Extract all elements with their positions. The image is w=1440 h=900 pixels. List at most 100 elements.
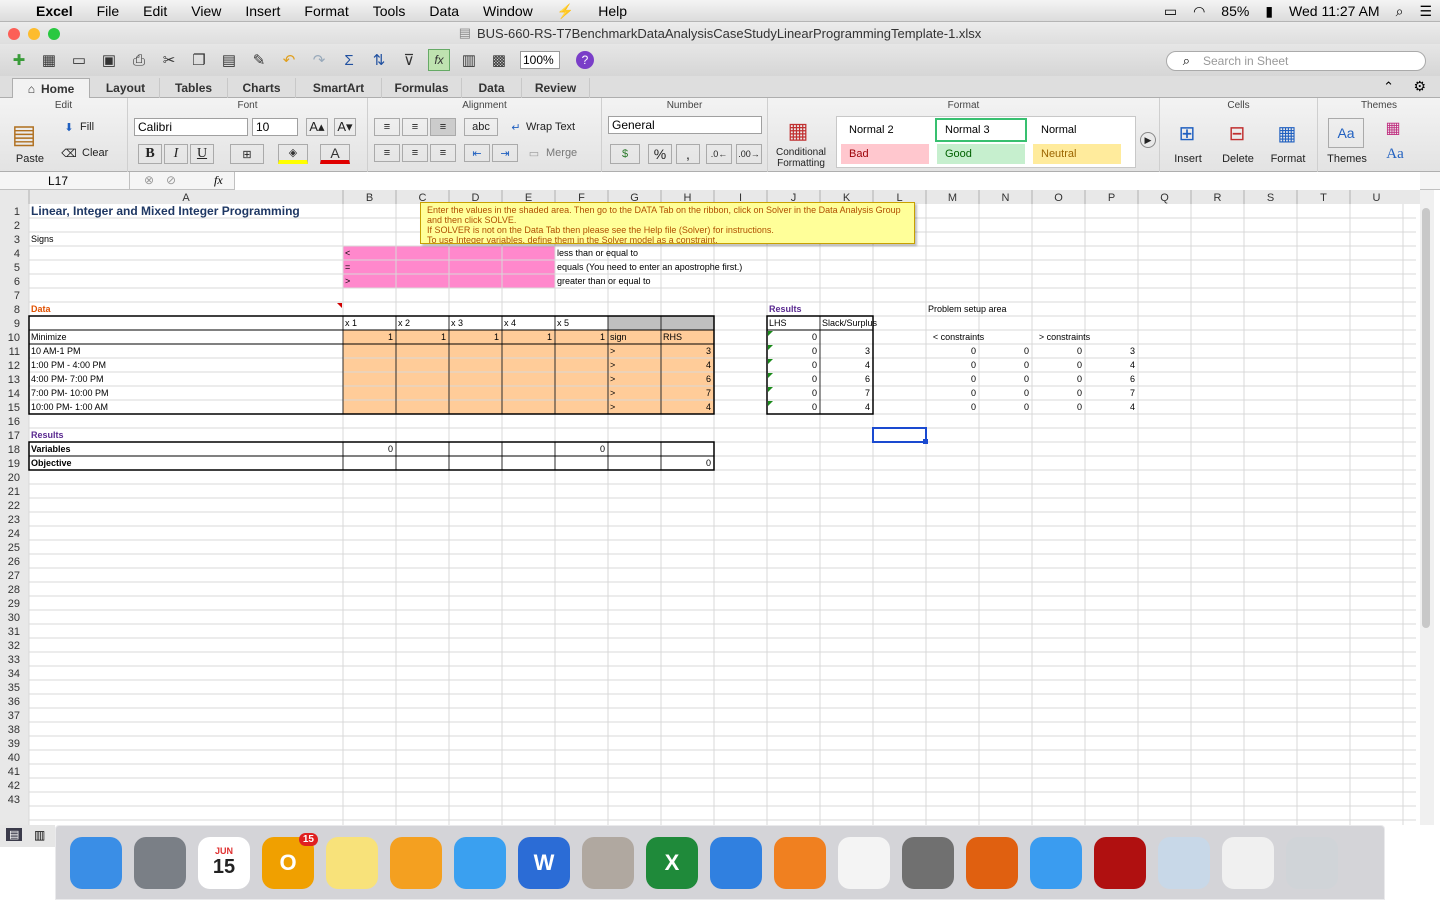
photos-icon[interactable] [838, 836, 890, 889]
minimize-window-button[interactable] [28, 28, 40, 40]
align-right-icon[interactable]: ≡ [430, 144, 456, 162]
align-bottom-icon[interactable]: ≡ [430, 118, 456, 136]
tab-formulas[interactable]: Formulas [382, 78, 462, 98]
cell-C9[interactable]: x 2 [398, 318, 410, 328]
undo-icon[interactable]: ↶ [278, 49, 300, 71]
worksheet-grid[interactable]: A B C D E F G H I J K L M N O P Q R S T U 1 2 3 4 5 6 7 8 9 10 11 12 13 14… [0, 190, 1440, 825]
row-header-30[interactable]: 30 [8, 612, 20, 624]
delete-cells-button[interactable]: Delete [1216, 152, 1260, 166]
tab-smartart[interactable]: SmartArt [296, 78, 382, 98]
row-header-15[interactable]: 15 [8, 402, 20, 414]
row-header-1[interactable]: 1 [14, 206, 20, 218]
acrobat-icon[interactable] [1094, 836, 1146, 889]
cell-J14[interactable]: 0 [812, 388, 817, 398]
row-header-38[interactable]: 38 [8, 724, 20, 736]
row-header-21[interactable]: 21 [8, 486, 20, 498]
bold-button[interactable]: B [138, 144, 162, 164]
row-header-9[interactable]: 9 [14, 318, 20, 330]
cell-B6[interactable]: > [345, 276, 350, 286]
column-header-U[interactable]: U [1373, 192, 1381, 204]
format-cells-icon[interactable]: ▦ [1270, 118, 1304, 148]
column-header-Q[interactable]: Q [1160, 192, 1169, 204]
tab-charts[interactable]: Charts [228, 78, 296, 98]
row-header-23[interactable]: 23 [8, 514, 20, 526]
row-header-5[interactable]: 5 [14, 262, 20, 274]
cell-M10[interactable]: < constraints [933, 332, 985, 342]
gallery-icon[interactable]: ▥ [458, 49, 480, 71]
row-header-35[interactable]: 35 [8, 682, 20, 694]
style-good[interactable]: Good [937, 144, 1025, 164]
row-header-27[interactable]: 27 [8, 570, 20, 582]
row-header-37[interactable]: 37 [8, 710, 20, 722]
decrease-font-icon[interactable]: A▾ [334, 118, 356, 136]
name-box[interactable]: L17 [0, 172, 130, 190]
cell-N14[interactable]: 0 [1024, 388, 1029, 398]
row-header-8[interactable]: 8 [14, 304, 20, 316]
cell-J11[interactable]: 0 [812, 346, 817, 356]
row-header-31[interactable]: 31 [8, 626, 20, 638]
cell-H15[interactable]: 4 [706, 402, 711, 412]
cell-G12[interactable]: > [610, 360, 615, 370]
tab-layout[interactable]: Layout [92, 78, 160, 98]
style-normal[interactable]: Normal [1033, 120, 1121, 140]
themes-button[interactable]: Themes [1324, 152, 1370, 166]
clock[interactable]: Wed 11:27 AM [1281, 3, 1388, 19]
cell-A8[interactable]: Data [31, 304, 52, 314]
normal-view-icon[interactable]: ▤ [6, 828, 23, 841]
insert-cells-icon[interactable]: ⊞ [1170, 118, 1204, 148]
column-header-N[interactable]: N [1002, 192, 1010, 204]
pages-icon[interactable] [390, 836, 442, 889]
styles-next-icon[interactable]: ▶ [1140, 132, 1156, 148]
format-painter-icon[interactable]: ✎ [248, 49, 270, 71]
cell-B5[interactable]: = [345, 262, 350, 272]
column-header-R[interactable]: R [1214, 192, 1222, 204]
cell-O14[interactable]: 0 [1077, 388, 1082, 398]
cancel-entry-icon[interactable]: ⊗ [144, 173, 154, 187]
row-header-6[interactable]: 6 [14, 276, 20, 288]
cell-J9[interactable]: LHS [769, 318, 787, 328]
page-layout-view-icon[interactable]: ▥ [34, 828, 45, 842]
bubbles-icon[interactable] [1158, 836, 1210, 889]
cell-H14[interactable]: 7 [706, 388, 711, 398]
cell-N12[interactable]: 0 [1024, 360, 1029, 370]
font-size-select[interactable]: 10 [252, 118, 298, 136]
row-header-24[interactable]: 24 [8, 528, 20, 540]
row-header-17[interactable]: 17 [8, 430, 20, 442]
cell-B10[interactable]: 1 [388, 332, 393, 342]
worksheet-canvas[interactable]: A B C D E F G H I J K L M N O P Q R S T U1234567891011121314… [0, 190, 1440, 825]
cell-A1[interactable]: Linear, Integer and Mixed Integer Progra… [31, 204, 300, 218]
script-menu-icon[interactable]: ⚡ [545, 0, 586, 22]
cell-M14[interactable]: 0 [971, 388, 976, 398]
fill-color-icon[interactable]: ◈ [278, 144, 308, 164]
row-header-20[interactable]: 20 [8, 472, 20, 484]
cell-A12[interactable]: 1:00 PM - 4:00 PM [31, 360, 106, 370]
cell-B18[interactable]: 0 [388, 444, 393, 454]
cell-N11[interactable]: 0 [1024, 346, 1029, 356]
comma-button[interactable]: , [676, 144, 700, 164]
column-header-S[interactable]: S [1267, 192, 1274, 204]
style-bad[interactable]: Bad [841, 144, 929, 164]
eraser-icon[interactable]: ⌫ [60, 144, 78, 162]
row-header-33[interactable]: 33 [8, 654, 20, 666]
cell-C10[interactable]: 1 [441, 332, 446, 342]
cell-H12[interactable]: 4 [706, 360, 711, 370]
menu-edit[interactable]: Edit [131, 0, 179, 22]
column-header-P[interactable]: P [1108, 192, 1115, 204]
menu-insert[interactable]: Insert [233, 0, 292, 22]
menu-tools[interactable]: Tools [361, 0, 418, 22]
sort-icon[interactable]: ⇅ [368, 49, 390, 71]
formula-input[interactable] [234, 172, 1420, 190]
row-header-4[interactable]: 4 [14, 248, 20, 260]
row-header-12[interactable]: 12 [8, 360, 20, 372]
trash-icon[interactable] [1286, 836, 1338, 889]
outlook-icon[interactable]: O 15 [262, 832, 318, 889]
cell-K12[interactable]: 4 [865, 360, 870, 370]
cell-F5[interactable]: equals (You need to enter an apostrophe … [557, 262, 742, 272]
merge-icon[interactable]: ▭ [526, 144, 542, 162]
templates-icon[interactable]: ▦ [38, 49, 60, 71]
cell-A14[interactable]: 7:00 PM- 10:00 PM [31, 388, 109, 398]
row-header-16[interactable]: 16 [8, 416, 20, 428]
selected-cell[interactable] [872, 427, 927, 443]
cell-G11[interactable]: > [610, 346, 615, 356]
zoom-window-button[interactable] [48, 28, 60, 40]
